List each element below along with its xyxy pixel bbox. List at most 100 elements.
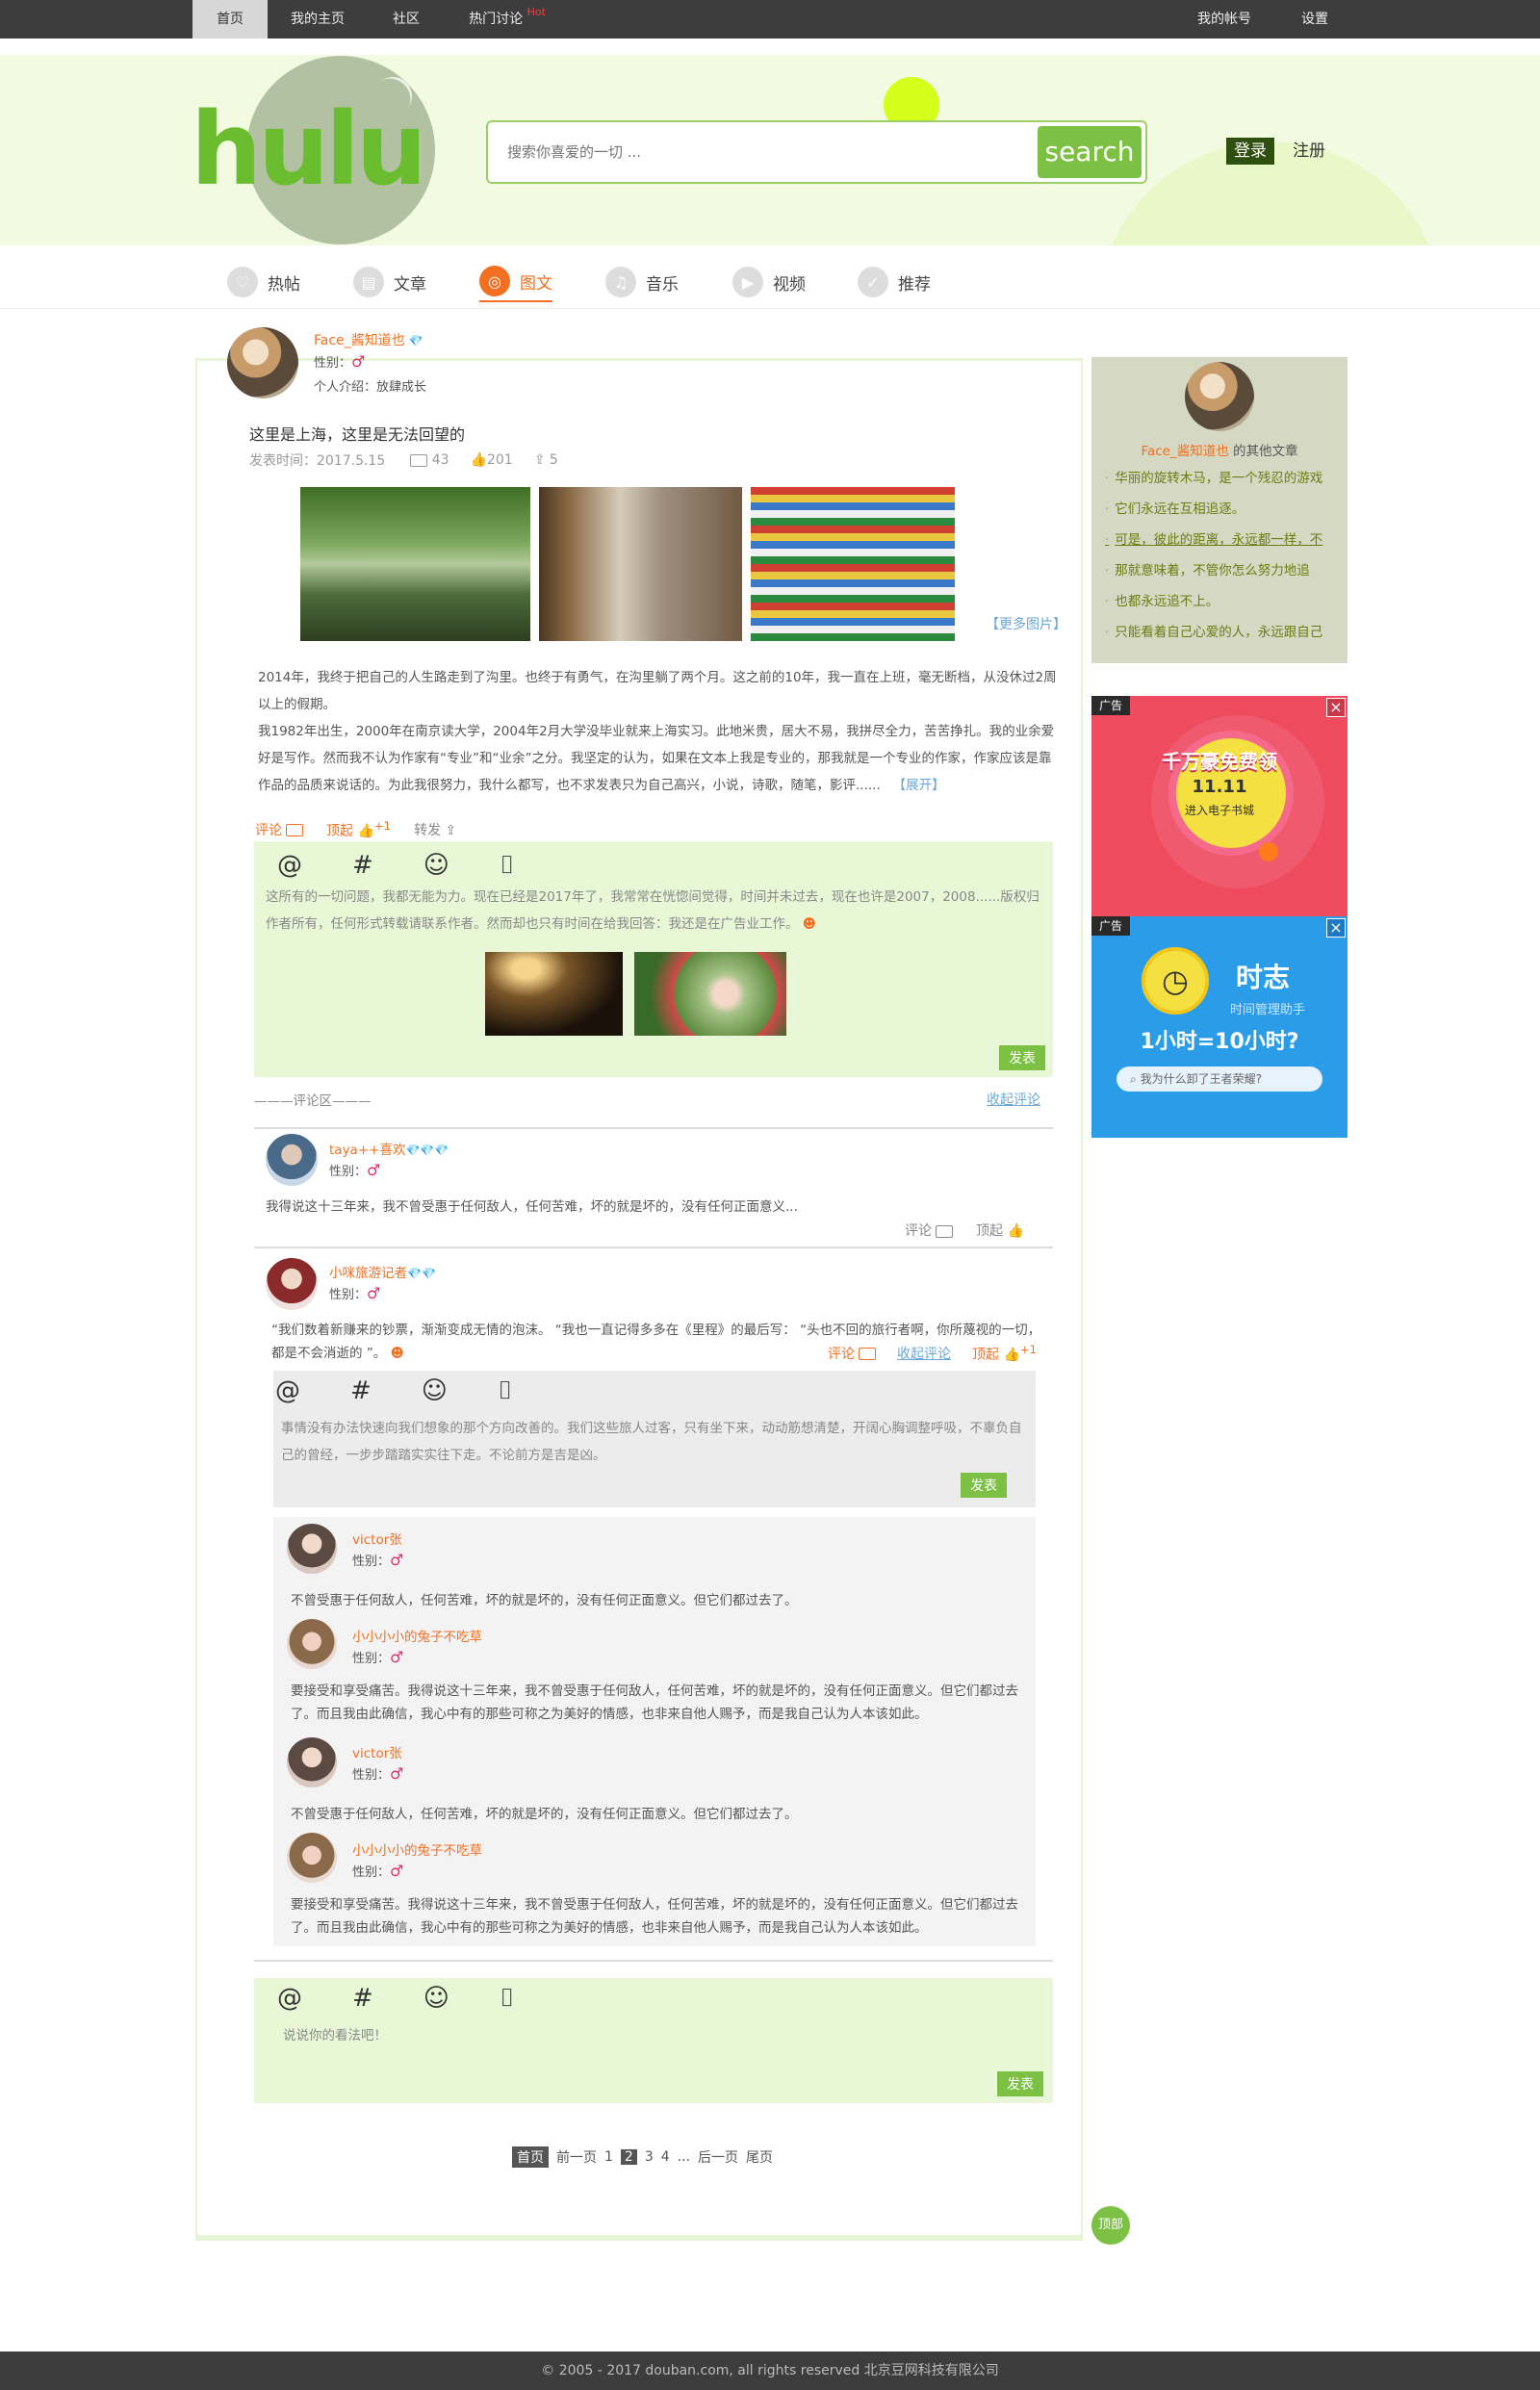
submit-button[interactable]: 发表 xyxy=(997,2071,1043,2096)
ad-search-box[interactable]: ⌕ 我为什么卸了王者荣耀? xyxy=(1116,1067,1322,1092)
comments-section-header: ———评论区——— xyxy=(254,1093,372,1109)
hashtag-icon[interactable]: # xyxy=(352,1984,373,2014)
camera-icon[interactable]: ⌷ xyxy=(500,1984,515,2014)
page-prev[interactable]: 前一页 xyxy=(556,2147,597,2167)
page-number[interactable]: 4 xyxy=(661,2149,670,2165)
search-bar: search xyxy=(486,120,1147,184)
sidebar-author-avatar[interactable] xyxy=(1185,362,1254,431)
page-number-current[interactable]: 2 xyxy=(620,2149,637,2165)
site-logo[interactable]: hulu xyxy=(191,99,427,199)
tab-label: 热帖 xyxy=(268,274,300,295)
upvote-button[interactable]: 顶起 👍+1 xyxy=(326,819,391,840)
tab-video[interactable]: ▶ 视频 xyxy=(732,262,806,302)
comment-button[interactable]: 评论 xyxy=(255,820,303,839)
commenter-name[interactable]: 小咪旅游记者 xyxy=(329,1266,407,1281)
tab-images[interactable]: ◎ 图文 xyxy=(479,262,552,302)
composer-text[interactable]: 事情没有办法快速向我们想象的那个方向改善的。我们这些旅人过客，只有坐下来，动动筋… xyxy=(281,1415,1022,1469)
composer-photo-book[interactable] xyxy=(485,952,623,1036)
nav-settings[interactable]: 设置 xyxy=(1296,0,1334,39)
ad-time-app[interactable]: ◷ 时志 时间管理助手 1小时=10小时? ⌕ 我为什么卸了王者荣耀? 广告 × xyxy=(1091,916,1348,1138)
nav-community[interactable]: 社区 xyxy=(377,0,435,39)
reply-author[interactable]: 小小小小的兔子不吃草 xyxy=(352,1839,482,1859)
forward-button[interactable]: 转发 ⇪ xyxy=(414,820,456,839)
sidebar-article-link[interactable]: 它们永远在互相追逐。 xyxy=(1105,494,1336,525)
reply-author[interactable]: victor张 xyxy=(352,1529,402,1548)
sidebar-article-link[interactable]: 可是，彼此的距离，永远都一样，不 xyxy=(1105,525,1336,555)
reply-avatar[interactable] xyxy=(287,1833,337,1883)
hashtag-icon[interactable]: # xyxy=(350,1376,372,1406)
upvote-button[interactable]: 顶起 👍 xyxy=(976,1221,1024,1240)
divider xyxy=(254,1960,1053,1962)
page-next[interactable]: 后一页 xyxy=(698,2147,738,2167)
ad-ebook[interactable]: 千万豪免费领 11.11 进入电子书城 广告 × xyxy=(1091,696,1348,917)
collapse-comments-link[interactable]: 收起评论 xyxy=(987,1090,1040,1109)
sidebar-article-link[interactable]: 只能看着自己心爱的人，永远跟自己 xyxy=(1105,617,1336,648)
post-photo-book[interactable] xyxy=(539,487,742,641)
site-footer: © 2005 - 2017 douban.com, all rights res… xyxy=(0,2351,1540,2390)
emoji-icon[interactable]: ☺ xyxy=(424,851,449,881)
post-title[interactable]: 这里是上海，这里是无法回望的 xyxy=(249,422,465,445)
reply-author[interactable]: victor张 xyxy=(352,1742,402,1761)
page-number[interactable]: 1 xyxy=(604,2149,613,2165)
search-input[interactable] xyxy=(507,130,1008,174)
like-count: 👍201 xyxy=(470,452,513,468)
comment-input[interactable]: 说说你的看法吧！ xyxy=(283,2022,1014,2049)
page-first[interactable]: 首页 xyxy=(512,2146,549,2168)
close-icon[interactable]: × xyxy=(1326,698,1346,717)
commenter-avatar[interactable] xyxy=(266,1258,318,1310)
expand-link[interactable]: 【展开】 xyxy=(893,778,945,793)
at-icon[interactable]: @ xyxy=(277,851,302,881)
post-body: 2014年，我终于把自己的人生路走到了沟里。也终于有勇气，在沟里躺了两个月。这之… xyxy=(258,664,1057,799)
close-icon[interactable]: × xyxy=(1326,918,1346,938)
upvote-button[interactable]: 顶起 👍+1 xyxy=(972,1343,1037,1364)
reply-avatar[interactable] xyxy=(287,1737,337,1787)
camera-icon[interactable]: ⌷ xyxy=(498,1376,513,1406)
composer-text[interactable]: 这所有的一切问题，我都无能为力。现在已经是2017年了，我常常在恍惚间觉得，时间… xyxy=(266,884,1045,938)
tab-recommend[interactable]: ✓ 推荐 xyxy=(858,262,931,302)
reply-avatar[interactable] xyxy=(287,1524,337,1574)
nav-my-homepage[interactable]: 我的主页 xyxy=(274,0,361,39)
register-link[interactable]: 注册 xyxy=(1293,138,1325,165)
submit-button[interactable]: 发表 xyxy=(961,1473,1007,1498)
nav-home[interactable]: 首页 xyxy=(192,0,268,39)
headphones-icon: ♫ xyxy=(605,267,636,297)
page-last[interactable]: 尾页 xyxy=(746,2147,773,2167)
collapse-comments-link[interactable]: 收起评论 xyxy=(897,1344,951,1363)
tab-label: 推荐 xyxy=(898,274,931,295)
emoji-icon[interactable]: ☺ xyxy=(424,1984,449,2014)
author-avatar[interactable] xyxy=(227,327,298,398)
back-to-top-button[interactable]: 顶部 xyxy=(1091,2206,1130,2245)
reply-avatar[interactable] xyxy=(287,1619,337,1669)
commenter-name[interactable]: taya++喜欢 xyxy=(329,1143,405,1158)
reply-author[interactable]: 小小小小的兔子不吃草 xyxy=(352,1626,482,1645)
sidebar-article-link[interactable]: 华丽的旋转木马，是一个残忍的游戏 xyxy=(1105,463,1336,494)
sidebar-article-link[interactable]: 也都永远追不上。 xyxy=(1105,586,1336,617)
nav-hot-discussion[interactable]: 热门讨论 Hot xyxy=(464,0,551,39)
emoji-icon[interactable]: ☺ xyxy=(422,1376,448,1406)
post-paragraph: 2014年，我终于把自己的人生路走到了沟里。也终于有勇气，在沟里躺了两个月。这之… xyxy=(258,670,1057,712)
search-button[interactable]: search xyxy=(1038,126,1142,178)
camera-icon[interactable]: ⌷ xyxy=(500,851,515,881)
smile-icon: ☻ xyxy=(390,1346,404,1361)
at-icon[interactable]: @ xyxy=(277,1984,302,2014)
tab-music[interactable]: ♫ 音乐 xyxy=(605,262,679,302)
at-icon[interactable]: @ xyxy=(275,1376,300,1406)
tab-articles[interactable]: ▤ 文章 xyxy=(353,262,426,302)
page-number[interactable]: 3 xyxy=(645,2149,654,2165)
composer-photo-person[interactable] xyxy=(634,952,786,1036)
commenter-avatar[interactable] xyxy=(266,1134,318,1186)
comment-button[interactable]: 评论 xyxy=(828,1344,876,1363)
login-button[interactable]: 登录 xyxy=(1226,138,1274,165)
hashtag-icon[interactable]: # xyxy=(352,851,373,881)
post-photo-books-stack[interactable] xyxy=(751,487,955,641)
comment-button[interactable]: 评论 xyxy=(905,1221,953,1240)
sidebar-author-name[interactable]: Face_酱知道也 xyxy=(1141,444,1228,459)
more-images-link[interactable]: 【更多图片】 xyxy=(986,614,1066,633)
comment-count: 43 xyxy=(406,452,449,468)
tab-hot-posts[interactable]: ♡ 热帖 xyxy=(227,262,300,302)
sidebar-article-link[interactable]: 那就意味着，不管你怎么努力地追 xyxy=(1105,555,1336,586)
post-photo-garden[interactable] xyxy=(300,487,530,641)
nav-my-account[interactable]: 我的帐号 xyxy=(1186,0,1263,39)
author-name[interactable]: Face_酱知道也 xyxy=(314,333,405,348)
submit-button[interactable]: 发表 xyxy=(999,1045,1045,1070)
